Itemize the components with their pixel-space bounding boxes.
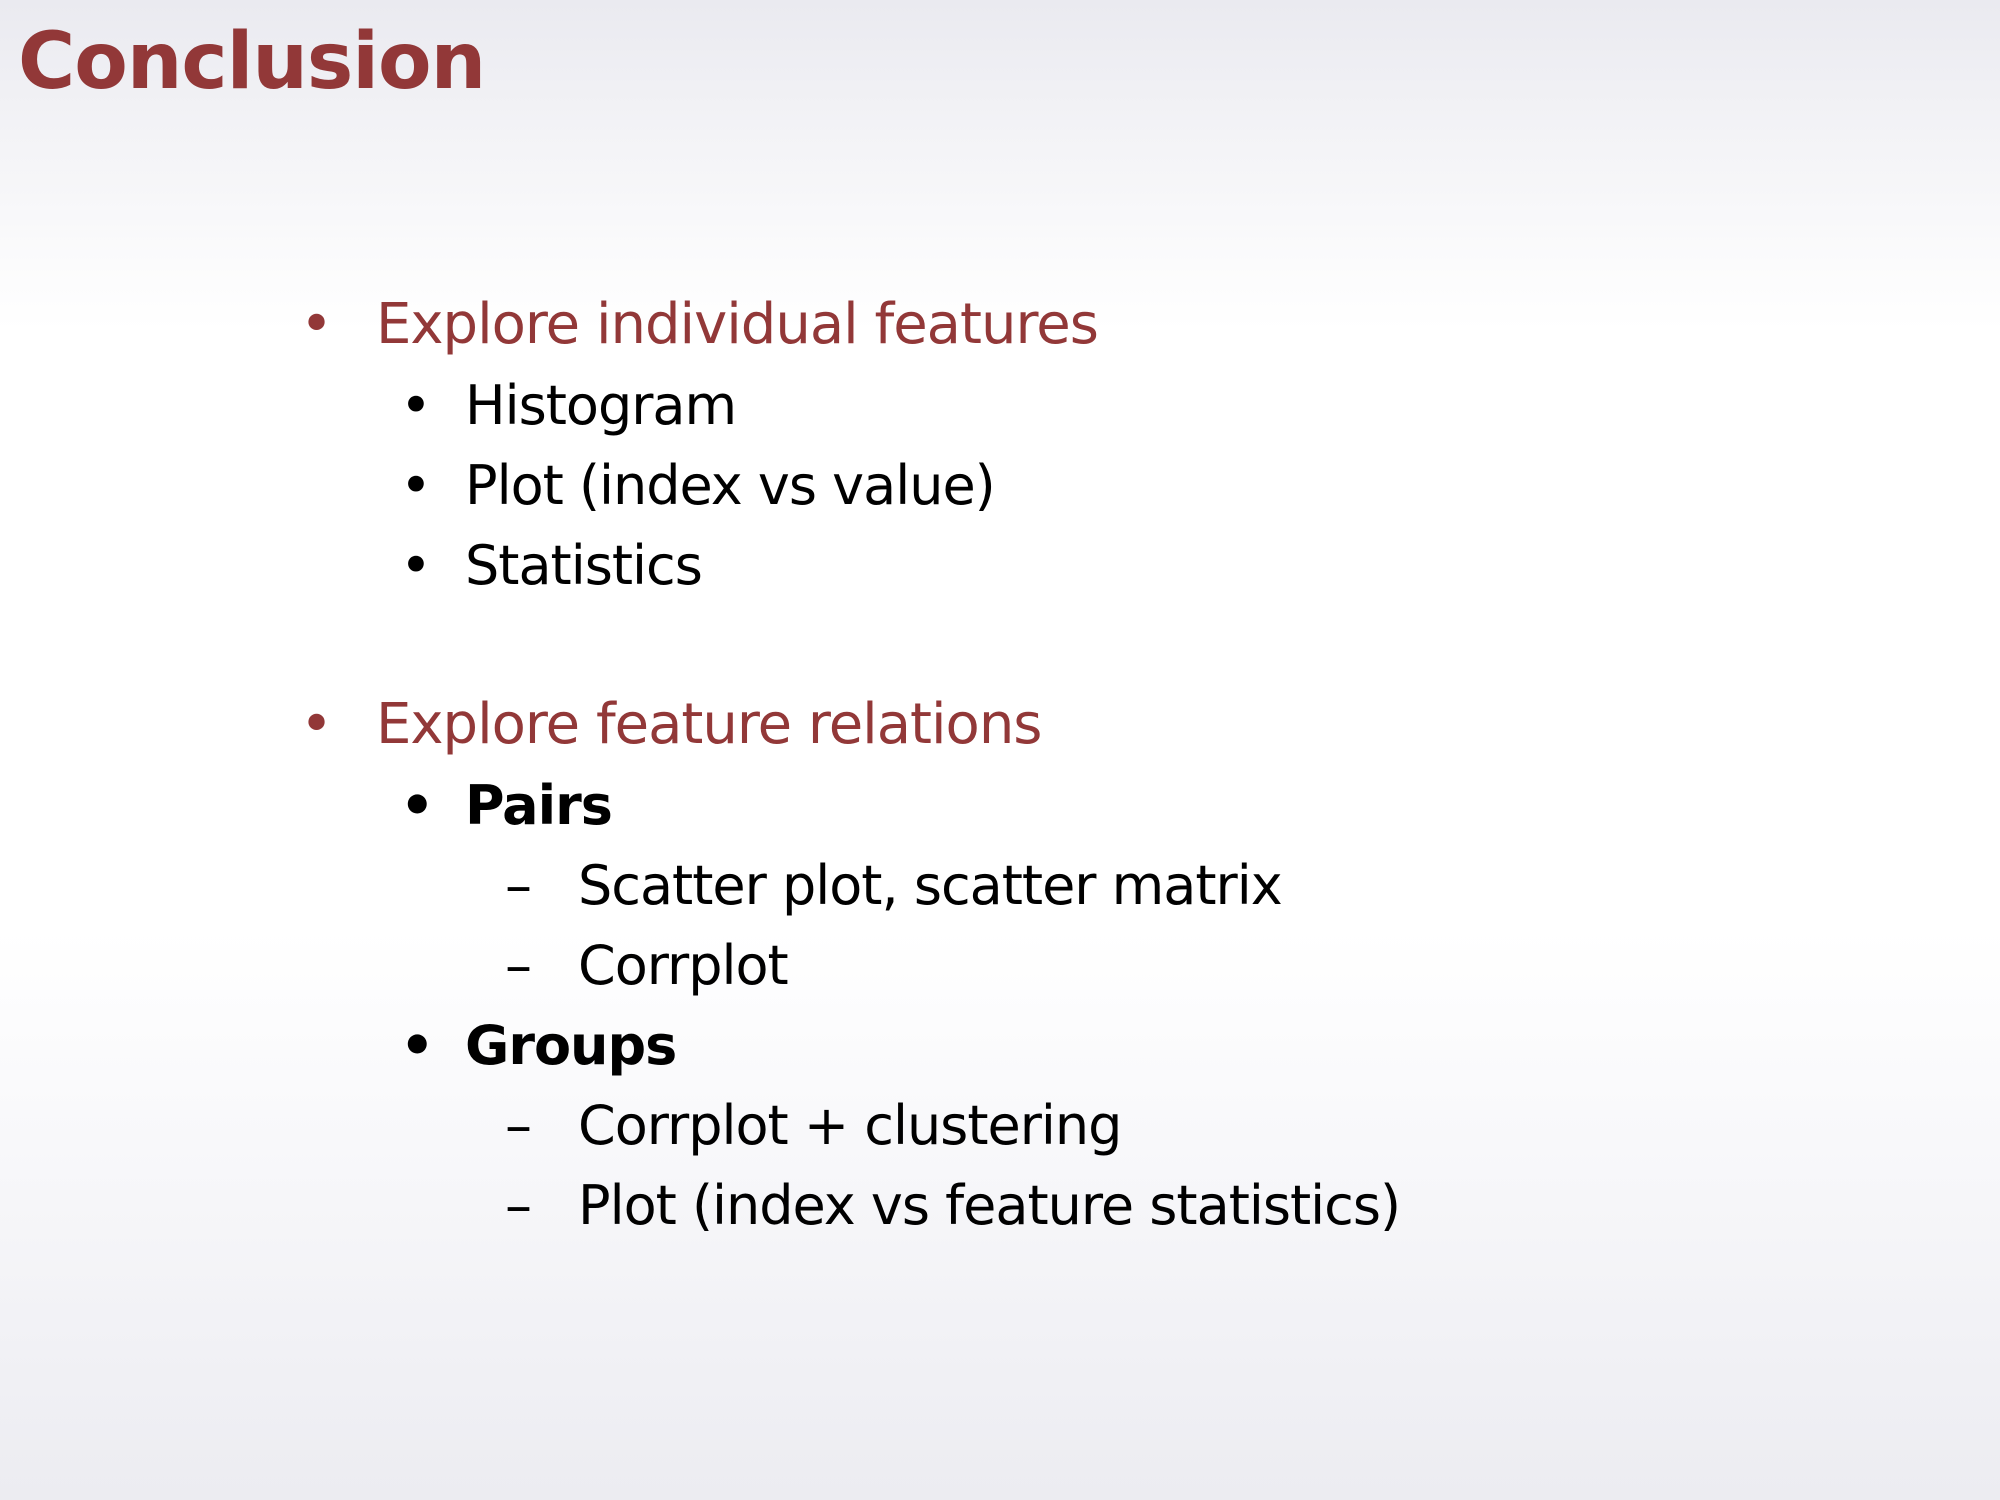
bullet-icon: • [400,534,432,597]
bullet-icon: • [300,292,333,357]
bullet-icon: • [400,774,435,837]
bullet-icon: • [400,374,432,437]
section-heading-text: Explore individual features [376,292,1099,357]
bullet-icon: • [300,692,333,757]
sub-list-item-text: Corrplot [578,934,789,997]
list-item-text: Pairs [465,774,613,837]
list-item-text: Plot (index vs value) [465,454,996,517]
bullet-icon: • [400,1014,435,1077]
dash-icon: – [505,1174,532,1237]
list-item-text: Groups [465,1014,677,1077]
list-item-text: Histogram [465,374,737,437]
sub-list-item-text: Plot (index vs feature statistics) [578,1174,1401,1237]
sub-list-item-text: Corrplot + clustering [578,1094,1122,1157]
section-heading-text: Explore feature relations [376,692,1042,757]
dash-icon: – [505,854,532,917]
list-item-text: Statistics [465,534,703,597]
slide-content: • Explore individual features • Histogra… [0,0,2000,1500]
dash-icon: – [505,1094,532,1157]
dash-icon: – [505,934,532,997]
sub-list-item-text: Scatter plot, scatter matrix [578,854,1283,917]
bullet-icon: • [400,454,432,517]
